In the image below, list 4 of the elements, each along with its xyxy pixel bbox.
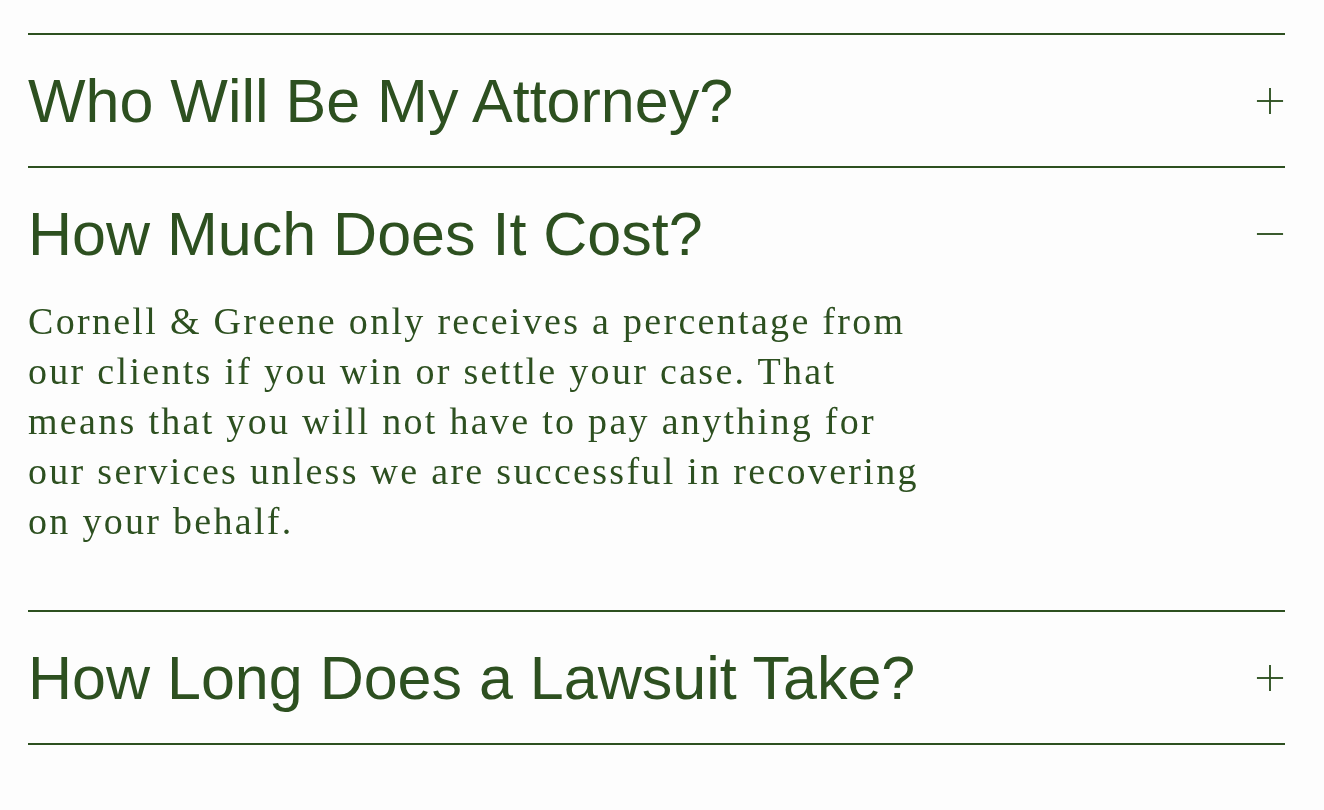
faq-question[interactable]: How Long Does a Lawsuit Take? xyxy=(28,612,1285,743)
faq-question[interactable]: How Much Does It Cost? xyxy=(28,168,1285,299)
faq-answer: Cornell & Greene only receives a percentage from our clients if you win or settle your case. That means that you will not have to pay anything for our services unless we are successful in recovering on your behalf. xyxy=(28,299,920,544)
faq-question[interactable]: Who Will Be My Attorney? xyxy=(28,35,1285,166)
